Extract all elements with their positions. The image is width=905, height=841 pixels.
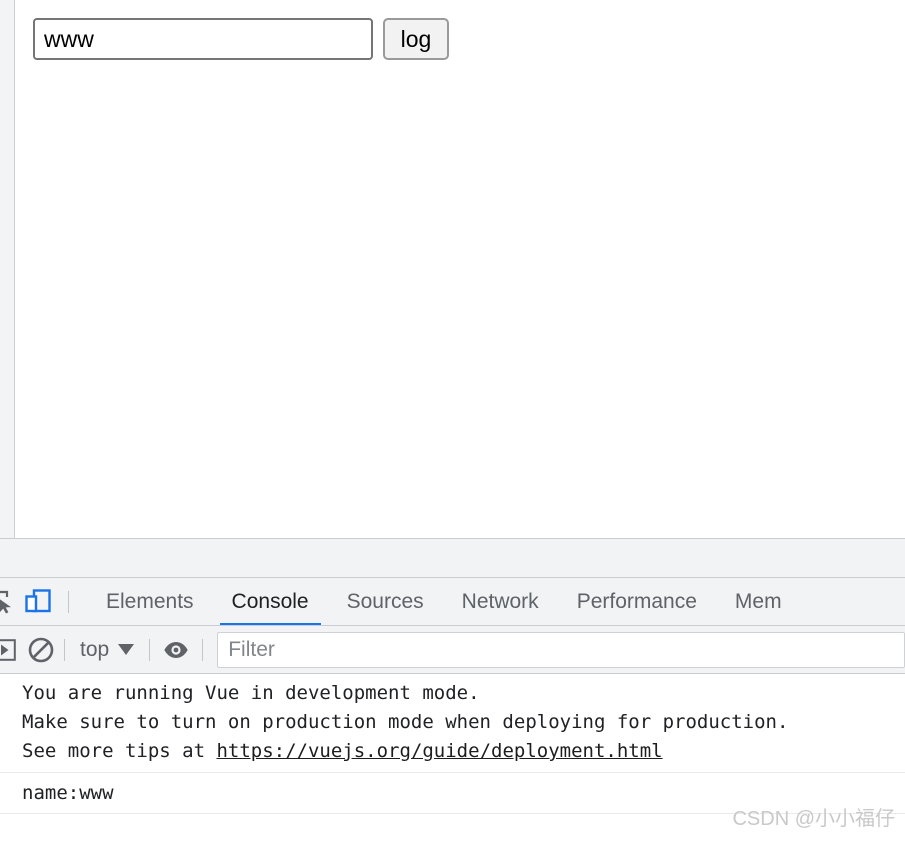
log-button[interactable]: log (383, 18, 449, 60)
inspect-element-icon[interactable] (0, 578, 16, 625)
console-context-selector[interactable]: top (65, 638, 149, 662)
name-form-row: log (33, 18, 449, 60)
device-toolbar-icon[interactable] (16, 578, 60, 625)
console-message-line: You are running Vue in development mode. (22, 682, 480, 704)
tab-console[interactable]: Console (213, 578, 328, 625)
devtools-top-spacer (0, 539, 905, 578)
live-expression-eye-icon[interactable] (150, 626, 202, 673)
console-context-label: top (80, 637, 110, 661)
tab-sources[interactable]: Sources (328, 578, 443, 625)
clear-console-icon[interactable] (18, 626, 64, 673)
console-toolbar-divider-3 (202, 638, 204, 661)
console-message-name-log: name:www (0, 773, 905, 814)
viewport-left-gutter (0, 0, 14, 538)
console-message-line: Make sure to turn on production mode whe… (22, 711, 789, 733)
console-toolbar: top (0, 626, 905, 674)
tab-network[interactable]: Network (443, 578, 558, 625)
tabbar-divider (68, 590, 69, 613)
name-input[interactable] (33, 18, 373, 60)
page-canvas: log (14, 0, 905, 538)
console-message-list: You are running Vue in development mode.… (0, 674, 905, 814)
console-message-text: See more tips at (22, 740, 217, 762)
console-message-line: See more tips at https://vuejs.org/guide… (22, 737, 905, 766)
console-message-vue-dev-warning: You are running Vue in development mode.… (0, 674, 905, 773)
tab-elements[interactable]: Elements (87, 578, 213, 625)
browser-window: log Elements (0, 0, 905, 841)
vuejs-deployment-link[interactable]: https://vuejs.org/guide/deployment.html (216, 740, 662, 762)
devtools-tab-list: Elements Console Sources Network Perform… (87, 578, 801, 625)
show-console-sidebar-icon[interactable] (0, 626, 18, 673)
devtools-panel: Elements Console Sources Network Perform… (0, 538, 905, 841)
chevron-down-icon (118, 644, 135, 655)
page-viewport: log (0, 0, 905, 538)
console-filter-input[interactable] (217, 631, 905, 668)
tab-performance[interactable]: Performance (558, 578, 716, 625)
devtools-tabbar: Elements Console Sources Network Perform… (0, 578, 905, 626)
tab-memory[interactable]: Mem (716, 578, 801, 625)
